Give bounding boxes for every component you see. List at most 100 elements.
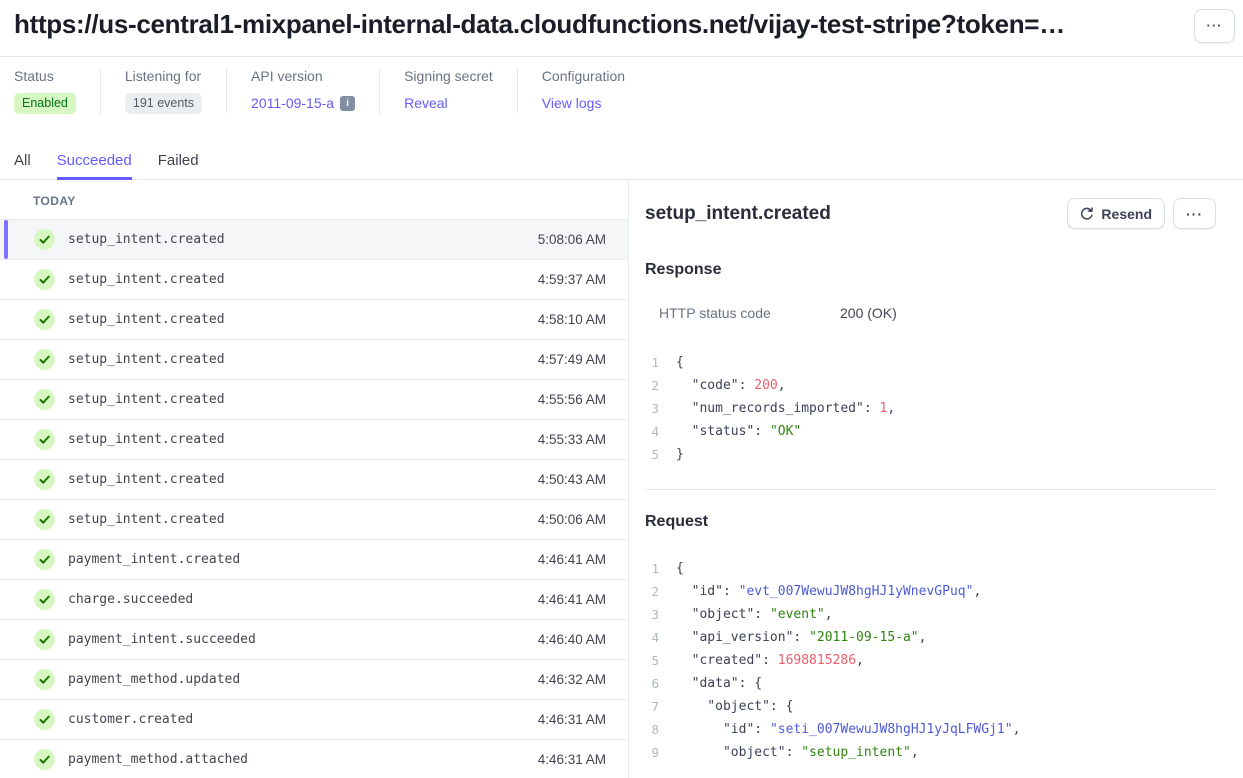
event-list-item[interactable]: payment_intent.succeeded 4:46:40 AM: [0, 620, 628, 660]
resend-button[interactable]: Resend: [1067, 198, 1165, 229]
success-check-icon: [34, 629, 55, 650]
info-icon: i: [340, 96, 355, 111]
tab-succeeded[interactable]: Succeeded: [57, 152, 132, 180]
event-list-item[interactable]: setup_intent.created 5:08:06 AM: [0, 220, 628, 260]
success-check-icon: [34, 589, 55, 610]
http-status-row: HTTP status code 200 (OK): [659, 305, 1216, 321]
http-status-value: 200 (OK): [840, 305, 897, 321]
code-line: 3 "num_records_imported": 1,: [645, 397, 1216, 420]
event-list-item[interactable]: payment_intent.created 4:46:41 AM: [0, 540, 628, 580]
api-version-label: API version: [251, 68, 355, 84]
success-check-icon: [34, 669, 55, 690]
section-divider: [645, 489, 1216, 490]
meta-configuration: Configuration View logs: [517, 68, 649, 114]
event-time: 4:46:32 AM: [538, 672, 606, 687]
event-list-item[interactable]: charge.succeeded 4:46:41 AM: [0, 580, 628, 620]
code-line: 3 "object": "event",: [645, 603, 1216, 626]
listening-for-label: Listening for: [125, 68, 202, 84]
event-time: 4:55:56 AM: [538, 392, 606, 407]
success-check-icon: [34, 709, 55, 730]
success-check-icon: [34, 429, 55, 450]
code-line: 5 "created": 1698815286,: [645, 649, 1216, 672]
endpoint-meta-row: Status Enabled Listening for 191 events …: [14, 68, 1229, 114]
page-title: https://us-central1-mixpanel-internal-da…: [14, 9, 1182, 40]
event-time: 4:46:41 AM: [538, 592, 606, 607]
tab-all[interactable]: All: [14, 152, 31, 180]
more-icon: ···: [1207, 18, 1223, 33]
event-time: 4:58:10 AM: [538, 312, 606, 327]
event-time: 4:50:43 AM: [538, 472, 606, 487]
api-version-link[interactable]: 2011-09-15-a: [251, 95, 334, 111]
event-filter-tabs: All Succeeded Failed: [0, 152, 1243, 180]
detail-more-button[interactable]: ···: [1173, 198, 1216, 229]
code-line: 1{: [645, 557, 1216, 580]
header-more-button[interactable]: ···: [1194, 9, 1235, 43]
success-check-icon: [34, 269, 55, 290]
code-line: 6 "data": {: [645, 672, 1216, 695]
success-check-icon: [34, 389, 55, 410]
event-name: setup_intent.created: [68, 432, 538, 447]
event-name: setup_intent.created: [68, 232, 538, 247]
event-list-item[interactable]: payment_method.updated 4:46:32 AM: [0, 660, 628, 700]
page-header: https://us-central1-mixpanel-internal-da…: [0, 0, 1243, 57]
event-time: 5:08:06 AM: [538, 232, 606, 247]
event-name: customer.created: [68, 712, 538, 727]
code-line: 4 "api_version": "2011-09-15-a",: [645, 626, 1216, 649]
event-list-item[interactable]: customer.created 4:46:31 AM: [0, 700, 628, 740]
event-time: 4:46:31 AM: [538, 712, 606, 727]
meta-api-version: API version 2011-09-15-a i: [226, 68, 379, 114]
reveal-secret-link[interactable]: Reveal: [404, 95, 448, 111]
event-detail-panel: setup_intent.created Resend ···: [629, 180, 1243, 778]
event-name: setup_intent.created: [68, 512, 538, 527]
more-icon: ···: [1186, 206, 1203, 222]
event-list-item[interactable]: setup_intent.created 4:59:37 AM: [0, 260, 628, 300]
success-check-icon: [34, 309, 55, 330]
http-status-label: HTTP status code: [659, 305, 840, 321]
event-time: 4:50:06 AM: [538, 512, 606, 527]
response-heading: Response: [645, 261, 1216, 279]
event-name: setup_intent.created: [68, 472, 538, 487]
list-group-header: TODAY: [0, 180, 628, 220]
view-logs-link[interactable]: View logs: [542, 95, 602, 111]
success-check-icon: [34, 469, 55, 490]
webhook-endpoint-page: https://us-central1-mixpanel-internal-da…: [0, 0, 1243, 778]
signing-secret-label: Signing secret: [404, 68, 493, 84]
event-list-panel: TODAY setup_intent.created 5:08:06 AM se…: [0, 180, 629, 778]
event-name: setup_intent.created: [68, 352, 538, 367]
code-line: 5}: [645, 443, 1216, 466]
event-name: payment_method.attached: [68, 752, 538, 767]
events-count-badge: 191 events: [125, 93, 202, 114]
code-line: 8 "id": "seti_007WewuJW8hgHJ1yJqLFWGj1",: [645, 718, 1216, 741]
event-list-item[interactable]: setup_intent.created 4:50:06 AM: [0, 500, 628, 540]
success-check-icon: [34, 229, 55, 250]
status-label: Status: [14, 68, 76, 84]
event-list-item[interactable]: setup_intent.created 4:50:43 AM: [0, 460, 628, 500]
event-name: payment_intent.created: [68, 552, 538, 567]
event-time: 4:57:49 AM: [538, 352, 606, 367]
success-check-icon: [34, 349, 55, 370]
event-list-item[interactable]: setup_intent.created 4:55:33 AM: [0, 420, 628, 460]
event-list-item[interactable]: payment_method.attached 4:46:31 AM: [0, 740, 628, 778]
event-name: setup_intent.created: [68, 312, 538, 327]
event-list-item[interactable]: setup_intent.created 4:58:10 AM: [0, 300, 628, 340]
success-check-icon: [34, 549, 55, 570]
tab-failed[interactable]: Failed: [158, 152, 199, 180]
meta-listening-for: Listening for 191 events: [100, 68, 226, 114]
detail-header: setup_intent.created Resend ···: [645, 198, 1216, 229]
request-code: 1{2 "id": "evt_007WewuJW8hgHJ1yWnevGPuq"…: [645, 557, 1216, 764]
status-badge: Enabled: [14, 93, 76, 114]
event-list-item[interactable]: setup_intent.created 4:55:56 AM: [0, 380, 628, 420]
event-list-item[interactable]: setup_intent.created 4:57:49 AM: [0, 340, 628, 380]
code-line: 9 "object": "setup_intent",: [645, 741, 1216, 764]
success-check-icon: [34, 509, 55, 530]
code-line: 2 "code": 200,: [645, 374, 1216, 397]
event-name: payment_method.updated: [68, 672, 538, 687]
resend-icon: [1080, 207, 1094, 221]
code-line: 2 "id": "evt_007WewuJW8hgHJ1yWnevGPuq",: [645, 580, 1216, 603]
configuration-label: Configuration: [542, 68, 625, 84]
detail-title: setup_intent.created: [645, 203, 831, 225]
request-heading: Request: [645, 513, 1216, 531]
event-name: payment_intent.succeeded: [68, 632, 538, 647]
content-area: TODAY setup_intent.created 5:08:06 AM se…: [0, 180, 1243, 778]
event-name: setup_intent.created: [68, 272, 538, 287]
